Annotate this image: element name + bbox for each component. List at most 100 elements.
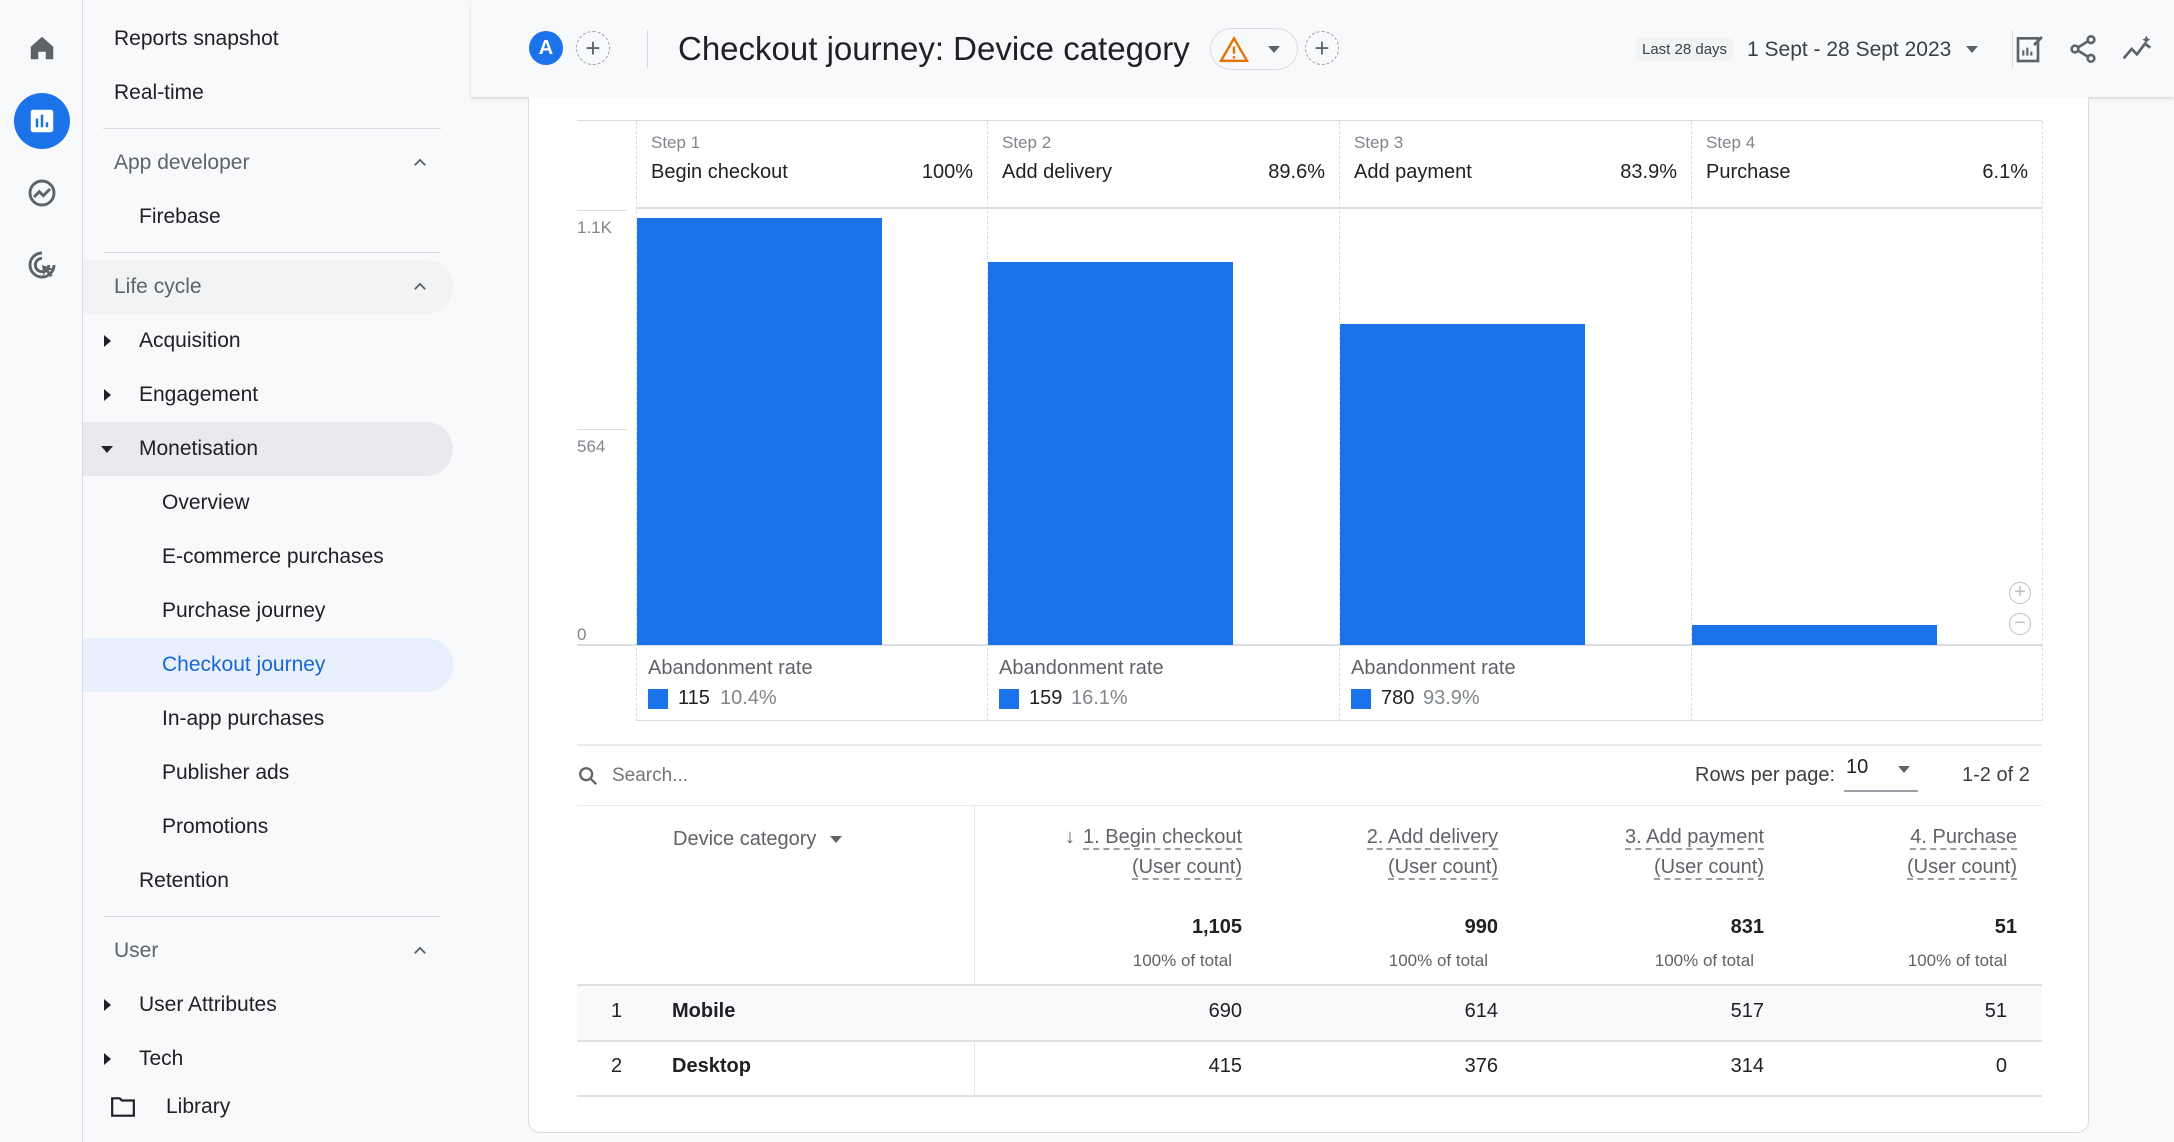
search-icon (579, 767, 598, 786)
column-header[interactable]: ↓ 1. Begin checkout (User count) (1065, 822, 1242, 882)
chevron-down-icon[interactable] (1966, 46, 1978, 53)
sidebar-item-app-developer[interactable]: App developer (83, 136, 453, 190)
step-header: Step 3 Add payment 83.9% (1339, 121, 1691, 208)
row-dimension-value[interactable]: Mobile (672, 1000, 735, 1023)
bar-step-4[interactable] (1692, 625, 1937, 645)
y-gridline (577, 210, 627, 211)
sidebar-item-real-time[interactable]: Real-time (83, 66, 453, 120)
sidebar-item-monetisation[interactable]: Monetisation (83, 422, 453, 476)
insights-icon[interactable] (2121, 33, 2153, 65)
date-range-chip[interactable]: Last 28 days (1636, 38, 1734, 61)
sidebar-item-label: In-app purchases (162, 707, 325, 730)
home-icon[interactable] (14, 20, 70, 76)
customize-report-icon[interactable] (2014, 33, 2046, 65)
add-comparison-icon[interactable]: + (576, 31, 610, 65)
sidebar-item-user[interactable]: User (83, 924, 453, 978)
sidebar-item-label: Promotions (162, 815, 269, 838)
abandonment-label: Abandonment rate (648, 657, 813, 679)
sidebar-item-label: Engagement (139, 383, 259, 406)
sidebar-item-life-cycle[interactable]: Life cycle (83, 260, 453, 314)
table-cell: 376 (1464, 1055, 1498, 1077)
step-number: Step 3 (1354, 133, 1404, 152)
date-range-picker[interactable]: 1 Sept - 28 Sept 2023 (1747, 38, 1951, 62)
abandonment-percent: 10.4% (720, 687, 777, 709)
search-input[interactable] (612, 762, 1012, 790)
zoom-in-icon[interactable]: + (2009, 582, 2031, 604)
caret-down-icon (101, 445, 113, 453)
sidebar-item-label: Overview (162, 491, 250, 514)
sidebar-item-reports-snapshot[interactable]: Reports snapshot (83, 12, 453, 66)
sidebar-item-user-attributes[interactable]: User Attributes (83, 978, 453, 1032)
bar-step-1[interactable] (637, 218, 882, 645)
sidebar-item-engagement[interactable]: Engagement (83, 368, 453, 422)
zoom-out-icon[interactable]: − (2009, 613, 2031, 635)
column-total: 831 (1730, 916, 1764, 938)
table-cell: 690 (1208, 1000, 1242, 1022)
sidebar-item-publisher-ads[interactable]: Publisher ads (83, 746, 453, 800)
sidebar-item-in-app-purchases[interactable]: In-app purchases (83, 692, 453, 746)
step-name: Purchase (1706, 161, 1791, 183)
bar-step-2[interactable] (988, 262, 1233, 645)
row-dimension-value[interactable]: Desktop (672, 1055, 751, 1078)
comparison-avatar[interactable]: A (529, 31, 563, 65)
rows-per-page-select[interactable]: 10 (1844, 756, 1918, 792)
warning-icon (1219, 36, 1249, 62)
sidebar-item-retention[interactable]: Retention (83, 854, 453, 908)
step-completion-rate: 6.1% (1982, 161, 2028, 183)
chevron-down-icon (1268, 46, 1280, 53)
chevron-up-icon[interactable] (411, 154, 429, 178)
column-header[interactable]: 3. Add payment (User count) (1625, 822, 1764, 882)
dimension-selector[interactable]: Device category (673, 828, 843, 851)
sidebar-item-label: Purchase journey (162, 599, 326, 622)
row-index: 1 (611, 1000, 623, 1022)
table-cell: 415 (1208, 1055, 1242, 1077)
folder-icon (111, 1097, 135, 1117)
bar-step-3[interactable] (1340, 323, 1585, 645)
abandonment-rate: Abandonment rate 780 93.9% (1339, 645, 1691, 721)
sidebar-item-library[interactable]: Library (83, 1072, 471, 1142)
y-tick-label: 0 (577, 625, 587, 644)
sidebar-item-checkout-journey[interactable]: Checkout journey (83, 638, 453, 692)
sidebar-item-overview[interactable]: Overview (83, 476, 453, 530)
rows-per-page-value: 10 (1846, 756, 1869, 778)
sidebar-item-purchase-journey[interactable]: Purchase journey (83, 584, 453, 638)
column-header[interactable]: 4. Purchase (User count) (1906, 822, 2017, 882)
sidebar-item-label: Life cycle (114, 275, 202, 298)
chevron-up-icon[interactable] (411, 942, 429, 966)
column-header-line2: (User count) (1131, 856, 1242, 880)
column-header[interactable]: 2. Add delivery (User count) (1366, 822, 1498, 882)
column-separator (2042, 121, 2043, 721)
explore-icon[interactable] (14, 165, 70, 221)
divider (2012, 30, 2013, 68)
column-header-line1: 3. Add payment (1625, 826, 1764, 850)
library-label: Library (166, 1095, 231, 1118)
table-top-border (577, 805, 2042, 806)
divider (647, 30, 648, 68)
reports-icon[interactable] (14, 93, 70, 149)
sidebar-item-acquisition[interactable]: Acquisition (83, 314, 453, 368)
add-filter-icon[interactable]: + (1305, 31, 1339, 65)
sidebar-item-label: Real-time (114, 81, 204, 104)
sidebar: Reports snapshot Real-time App developer Fi… (83, 0, 471, 1142)
divider (103, 252, 441, 253)
table-cell: 0 (1995, 1055, 2007, 1077)
column-total: 1,105 (1191, 916, 1242, 938)
caret-right-icon (104, 389, 111, 401)
abandonment-count: 780 (1381, 687, 1415, 709)
sidebar-item-firebase[interactable]: Firebase (83, 190, 453, 244)
sidebar-item-label: Acquisition (139, 329, 241, 352)
table-cell: 614 (1464, 1000, 1498, 1022)
column-header-line2: (User count) (1653, 856, 1764, 880)
row-divider (577, 1040, 2042, 1042)
column-header-line2: (User count) (1387, 856, 1498, 880)
warning-chip[interactable] (1210, 28, 1298, 70)
share-icon[interactable] (2067, 33, 2099, 65)
abandonment-label: Abandonment rate (1351, 657, 1516, 679)
abandonment-swatch (648, 689, 668, 709)
sidebar-item-promotions[interactable]: Promotions (83, 800, 453, 854)
sidebar-item-e-commerce-purchases[interactable]: E-commerce purchases (83, 530, 453, 584)
report-header: A + Checkout journey: Device category + … (471, 0, 2174, 97)
nav-rail (0, 0, 83, 1142)
chevron-up-icon[interactable] (411, 278, 429, 302)
advertising-icon[interactable] (14, 237, 70, 293)
